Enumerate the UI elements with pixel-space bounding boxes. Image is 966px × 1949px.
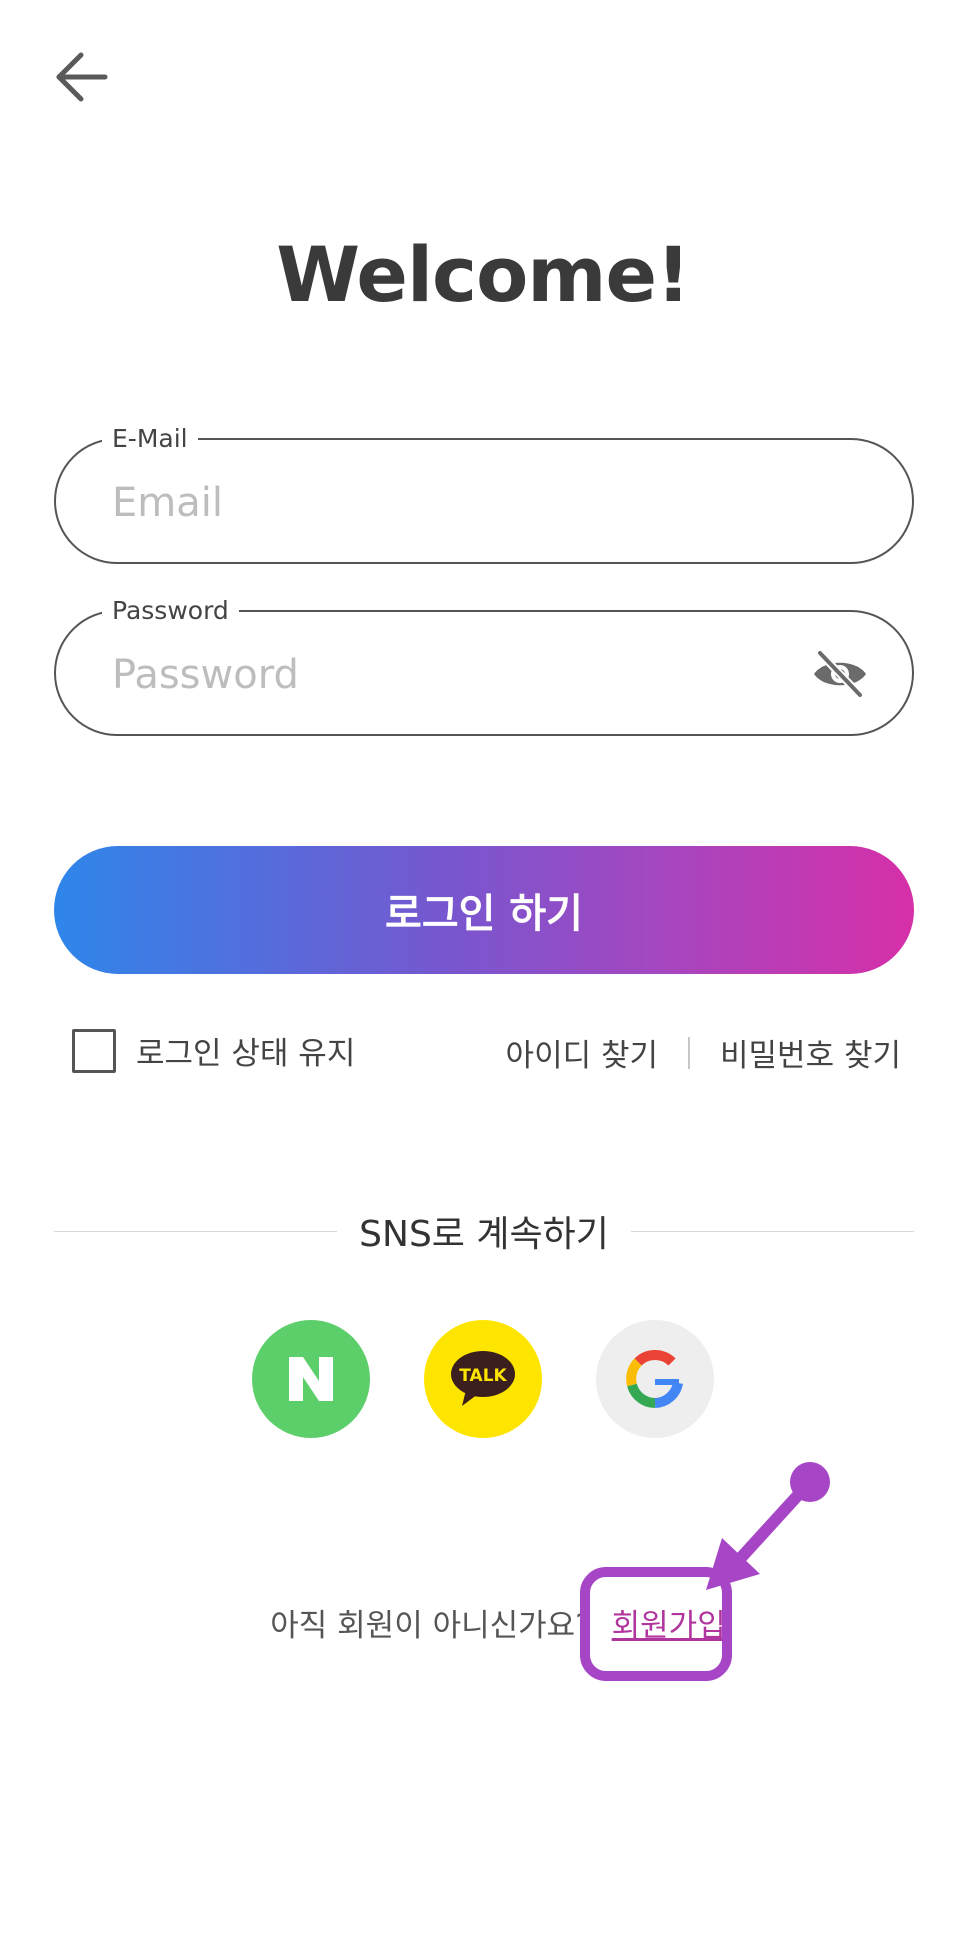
sns-divider: SNS로 계속하기 (54, 1206, 914, 1256)
email-input[interactable] (110, 470, 754, 536)
email-field: E-Mail (54, 423, 914, 564)
password-field-label: Password (102, 595, 239, 627)
login-screen: Welcome! E-Mail Password 로그인 하기 로그인 상태 유… (0, 0, 966, 1949)
divider-line-left (54, 1230, 338, 1232)
password-input[interactable] (110, 642, 754, 708)
sns-login-buttons: TALK (0, 1320, 966, 1438)
password-visibility-toggle[interactable] (808, 644, 872, 704)
naver-icon (289, 1357, 333, 1401)
arrow-left-icon (56, 52, 108, 102)
back-button[interactable] (46, 46, 116, 108)
remember-login-label: 로그인 상태 유지 (136, 1036, 356, 1072)
remember-login-option[interactable]: 로그인 상태 유지 (72, 1028, 355, 1073)
email-field-label: E-Mail (102, 423, 198, 455)
find-password-link[interactable]: 비밀번호 찾기 (720, 1030, 901, 1075)
login-button[interactable]: 로그인 하기 (54, 846, 914, 974)
divider-line-right (630, 1230, 914, 1232)
find-id-link[interactable]: 아이디 찾기 (506, 1030, 658, 1075)
annotation-arrow-icon (706, 1462, 830, 1590)
google-icon (626, 1349, 683, 1408)
kakao-login-button[interactable]: TALK (424, 1320, 542, 1438)
eye-off-icon (814, 649, 866, 699)
find-account-links: 아이디 찾기 비밀번호 찾기 (506, 1030, 901, 1075)
page-title: Welcome! (276, 230, 690, 319)
sns-label: SNS로 계속하기 (359, 1214, 609, 1255)
signup-prompt: 아직 회원이 아니신가요? (270, 1608, 592, 1644)
password-field: Password (54, 595, 914, 736)
google-login-button[interactable] (596, 1320, 714, 1438)
kakao-talk-glyph: TALK (459, 1366, 507, 1386)
remember-login-checkbox[interactable] (72, 1028, 116, 1073)
kakao-talk-icon: TALK (451, 1351, 515, 1406)
naver-login-button[interactable] (252, 1320, 370, 1438)
link-separator (688, 1036, 691, 1069)
